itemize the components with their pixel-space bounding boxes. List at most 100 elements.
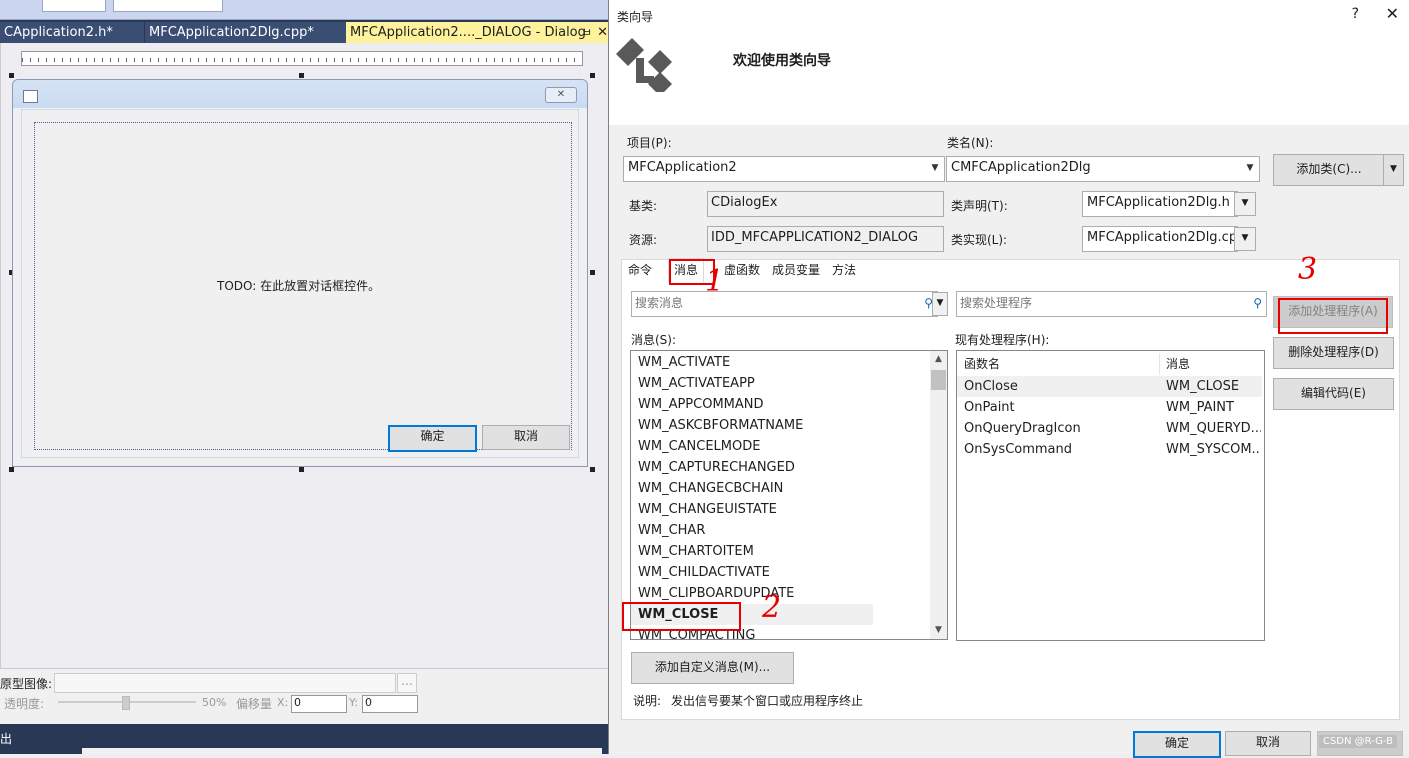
browse-button[interactable]: ...	[397, 673, 417, 693]
class-declaration-dropdown[interactable]: ▼	[1234, 192, 1256, 216]
close-icon[interactable]: ✕	[597, 22, 608, 43]
class-wizard-logo-icon	[616, 38, 672, 92]
watermark: CSDN @R-G-B	[1318, 735, 1397, 748]
class-implementation-label: 类实现(L):	[951, 233, 1008, 247]
resize-handle[interactable]	[590, 270, 595, 275]
handler-message: WM_QUERYD...	[1166, 421, 1261, 436]
class-implementation-value: MFCApplication2Dlg.cpp	[1087, 230, 1238, 245]
resize-handle[interactable]	[590, 467, 595, 472]
tab-cpp-file[interactable]: MFCApplication2Dlg.cpp*	[145, 22, 347, 43]
description-text: 发出信号要某个窗口或应用程序终止	[671, 694, 864, 708]
class-declaration-field[interactable]: MFCApplication2Dlg.h	[1082, 191, 1238, 217]
output-title: 出	[0, 732, 13, 746]
resource-label: 资源:	[629, 233, 658, 247]
column-header-function[interactable]: 函数名	[964, 353, 1154, 375]
search-icon[interactable]: ⚲	[1253, 292, 1262, 314]
class-implementation-dropdown[interactable]: ▼	[1234, 227, 1256, 251]
tab-commands[interactable]: 命令	[623, 259, 657, 281]
tab-label: MFCApplication2...._DIALOG - Dialog	[350, 25, 586, 40]
list-item[interactable]: WM_CHANGECBCHAIN	[638, 478, 783, 499]
output-panel-header[interactable]: 出	[0, 724, 608, 754]
todo-static-text[interactable]: TODO: 在此放置对话框控件。	[217, 277, 380, 294]
toolbar-combo[interactable]	[42, 0, 106, 12]
base-class-label: 基类:	[629, 199, 658, 213]
close-icon[interactable]: ✕	[545, 87, 577, 103]
messages-scrollbar[interactable]: ▲ ▼	[930, 351, 947, 639]
handler-function: OnClose	[964, 379, 1018, 394]
search-handlers-input[interactable]: 搜索处理程序 ⚲	[956, 291, 1267, 317]
search-messages-dropdown[interactable]: ▼	[932, 292, 948, 316]
handlers-listview[interactable]: 函数名 消息 OnClose WM_CLOSE OnPaint WM_PAINT…	[956, 350, 1265, 641]
delete-handler-button[interactable]: 删除处理程序(D)	[1273, 337, 1394, 369]
dialog-preview[interactable]: ✕ TODO: 在此放置对话框控件。 确定 取消	[12, 79, 588, 467]
messages-label: 消息(S):	[631, 333, 677, 347]
classname-combo[interactable]: CMFCApplication2Dlg ▼	[946, 156, 1260, 182]
messages-listbox[interactable]: WM_ACTIVATE WM_ACTIVATEAPP WM_APPCOMMAND…	[630, 350, 948, 640]
chevron-down-icon[interactable]: ▼	[930, 622, 947, 639]
list-item[interactable]: WM_APPCOMMAND	[638, 394, 764, 415]
offset-x-spinner[interactable]: 0	[291, 695, 347, 713]
tab-methods[interactable]: 方法	[827, 259, 861, 281]
dialog-ok-button[interactable]: 确定	[388, 425, 477, 452]
wizard-title: 类向导	[617, 10, 654, 24]
table-row[interactable]: OnPaint WM_PAINT	[957, 397, 1262, 418]
resize-handle[interactable]	[9, 467, 14, 472]
list-item[interactable]: WM_CHAR	[638, 520, 705, 541]
annotation-number: 3	[1298, 252, 1318, 287]
edit-code-button[interactable]: 编辑代码(E)	[1273, 378, 1394, 410]
tab-virtual-functions[interactable]: 虚函数	[719, 259, 765, 281]
column-header-message[interactable]: 消息	[1166, 353, 1262, 375]
add-class-dropdown[interactable]: ▼	[1383, 154, 1404, 186]
tab-dialog-resource[interactable]: MFCApplication2...._DIALOG - Dialog ㅂ ✕	[346, 22, 612, 43]
resize-handle[interactable]	[299, 467, 304, 472]
resize-handle[interactable]	[9, 73, 14, 78]
list-item[interactable]: WM_CHANGEUISTATE	[638, 499, 777, 520]
scrollbar-thumb[interactable]	[931, 370, 946, 390]
dialog-caption: ✕	[13, 80, 587, 108]
prototype-image-field[interactable]	[54, 673, 396, 693]
prototype-image-label: 原型图像:	[0, 677, 53, 691]
wizard-welcome-heading: 欢迎使用类向导	[733, 53, 831, 69]
list-item[interactable]: WM_ACTIVATE	[638, 352, 730, 373]
offset-y-spinner[interactable]: 0	[362, 695, 418, 713]
search-messages-input[interactable]: 搜索消息 ⚲	[631, 291, 938, 317]
prototype-image-panel: 原型图像: ... 透明度: 50% 偏移量 X: 0 Y: 0	[0, 668, 608, 724]
opacity-label: 透明度:	[4, 697, 45, 711]
resize-handle[interactable]	[299, 73, 304, 78]
offset-y-value: 0	[365, 696, 372, 709]
tab-member-variables[interactable]: 成员变量	[767, 259, 825, 281]
resize-handle[interactable]	[590, 73, 595, 78]
list-item[interactable]: WM_CHARTOITEM	[638, 541, 754, 562]
chevron-down-icon: ▼	[1390, 164, 1397, 174]
resource-field: IDD_MFCAPPLICATION2_DIALOG	[707, 226, 944, 252]
table-row[interactable]: OnClose WM_CLOSE	[957, 376, 1262, 397]
list-item[interactable]: WM_CHILDACTIVATE	[638, 562, 770, 583]
dialog-client-area[interactable]: TODO: 在此放置对话框控件。 确定 取消	[21, 109, 579, 458]
opacity-slider-thumb[interactable]	[122, 696, 130, 710]
chevron-up-icon[interactable]: ▲	[930, 351, 947, 368]
chevron-down-icon: ▼	[931, 163, 939, 173]
toolbar-combo[interactable]	[113, 0, 223, 12]
cancel-button[interactable]: 取消	[1225, 731, 1311, 756]
table-row[interactable]: OnQueryDragIcon WM_QUERYD...	[957, 418, 1262, 439]
close-icon[interactable]: ✕	[1386, 4, 1399, 23]
handler-message: WM_CLOSE	[1166, 379, 1240, 394]
tab-label: MFCApplication2Dlg.cpp*	[149, 25, 314, 40]
list-item[interactable]: WM_ACTIVATEAPP	[638, 373, 755, 394]
help-icon[interactable]: ?	[1352, 6, 1359, 22]
class-implementation-field[interactable]: MFCApplication2Dlg.cpp	[1082, 226, 1238, 252]
description-label: 说明:	[633, 694, 662, 708]
offset-label: 偏移量	[236, 697, 273, 711]
list-item[interactable]: WM_CAPTURECHANGED	[638, 457, 795, 478]
project-combo[interactable]: MFCApplication2 ▼	[623, 156, 945, 182]
tab-header-file[interactable]: CApplication2.h*	[0, 22, 144, 43]
add-custom-message-button[interactable]: 添加自定义消息(M)...	[631, 652, 794, 684]
pin-icon[interactable]: ㅂ	[582, 22, 592, 43]
window-icon	[23, 90, 38, 103]
dialog-cancel-button[interactable]: 取消	[482, 425, 570, 450]
output-toolbar	[82, 748, 602, 754]
table-row[interactable]: OnSysCommand WM_SYSCOM...	[957, 439, 1262, 460]
list-item[interactable]: WM_CANCELMODE	[638, 436, 760, 457]
list-item[interactable]: WM_ASKCBFORMATNAME	[638, 415, 803, 436]
column-divider[interactable]	[1159, 353, 1160, 375]
